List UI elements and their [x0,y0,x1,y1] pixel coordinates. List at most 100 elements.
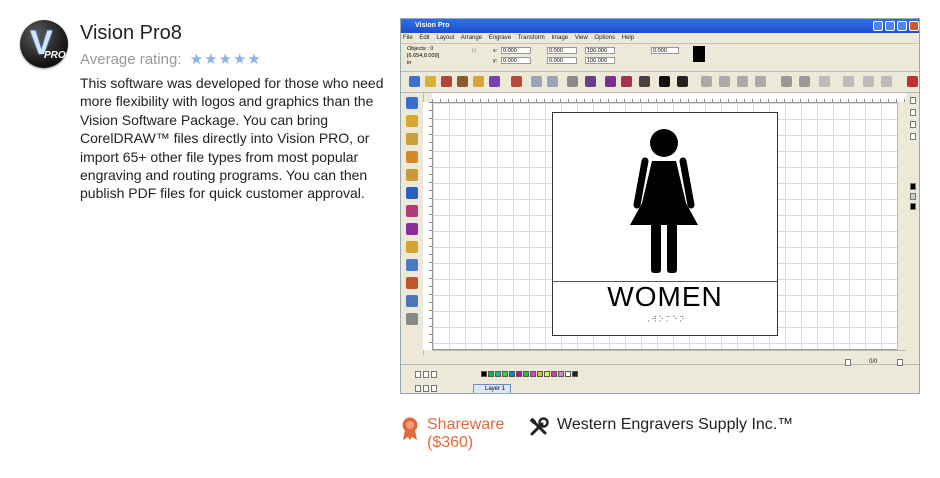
kern-icon [881,76,892,87]
horizontal-scrollbar[interactable] [432,350,906,359]
ellipse-icon [819,76,830,87]
height-pct-field: 100.000 [585,57,615,64]
price: ($360) [427,434,474,451]
pen-icon [406,133,418,145]
next-layer-icon [431,385,437,392]
paint-icon [406,223,418,235]
cut-icon [511,76,522,87]
restore-icon [897,21,907,31]
app-title: Vision Pro8 [80,22,182,44]
tools-icon [529,417,549,436]
menu-transform: Transform [517,35,545,41]
minimize-icon [873,21,883,31]
prev-color-icon [423,371,429,378]
hand-icon [406,313,418,325]
maximize-icon [885,21,895,31]
menu-engrave: Engrave [488,35,512,41]
rectangle-icon [621,76,632,87]
swatch-black [481,371,487,377]
objects-count: Objects : 0 [407,46,434,52]
tool-icon [567,76,578,87]
bezier-icon [677,76,688,87]
panel-scroll-icon [910,133,916,140]
next-color-icon [431,371,437,378]
swatch-green [488,371,494,377]
cursor-coords: [6.654,8.009] [407,53,440,59]
engrave-icon [489,76,500,87]
eraser-icon [406,259,418,271]
height-field: 0.000 [547,57,577,64]
select-icon [406,97,418,109]
new-icon [409,76,420,87]
sign-plate: WOMEN ⠠⠺⠕⠍⠑⠝ [552,112,778,336]
app-logo: V PRO [20,20,68,68]
main-toolbar [401,72,919,93]
print-icon [473,76,484,87]
close-icon [909,21,919,31]
left-toolbox [401,93,424,355]
panel-close-icon [910,97,916,104]
fill-tool-icon [406,205,418,217]
menu-arrange: Arrange [460,35,483,41]
shape-icon [406,187,418,199]
swatch-teal [495,371,501,377]
open-icon [425,76,436,87]
anchor-grid-icon: ⁙ [471,48,477,55]
first-color-icon [415,371,421,378]
woman-figure-icon [630,129,698,273]
x-field: 0.000 [501,47,531,54]
vendor-name: Western Engravers Supply Inc.™ [557,416,794,433]
swatch-pink [530,371,536,377]
import-icon [457,76,468,87]
layer-icon [585,76,596,87]
swatch-purple [551,371,557,377]
image-icon [605,76,616,87]
menu-image: Image [551,35,569,41]
swatch-yellow2 [544,371,550,377]
text-fit-icon [863,76,874,87]
app-screenshot: Vision Pro File Edit Layout Arrange Engr… [400,18,920,394]
group-icon [755,76,766,87]
pencil-icon [406,241,418,253]
units-label: in [407,60,412,66]
swatch-lilac [558,371,564,377]
swatch-magenta [516,371,522,377]
average-rating: Average rating: ★★★★★ [80,50,262,68]
swatch-white [565,371,571,377]
knife-icon [406,277,418,289]
panel-scroll-icon [910,109,916,116]
app-description: This software was developed for those wh… [80,75,384,202]
drawing-canvas[interactable]: WOMEN ⠠⠺⠕⠍⠑⠝ [432,102,906,350]
shareware-badge-icon [402,417,418,440]
width-field: 0.000 [547,47,577,54]
measure-icon [406,295,418,307]
page-next-icon [897,359,903,366]
align-icon [701,76,712,87]
window-title: Vision Pro [415,22,450,29]
tools-cross-icon [907,76,918,87]
weld-icon [737,76,748,87]
node-icon [659,76,670,87]
license-type: Shareware [427,416,505,433]
y-field: 0.000 [501,57,531,64]
text-icon [639,76,650,87]
redo-icon [547,76,558,87]
window-titlebar: Vision Pro [401,19,919,33]
rotation-field: 0.000 [651,47,679,54]
layer-tab: Layer 1 [473,384,512,393]
first-layer-icon [415,385,421,392]
page-counter: 0/0 [869,359,878,365]
zoom-icon [406,169,418,181]
menu-edit: Edit [419,35,430,41]
swatch-blue [509,371,515,377]
swatch-green2 [523,371,529,377]
page-prev-icon [845,359,851,366]
braille-text: ⠠⠺⠕⠍⠑⠝ [644,315,686,324]
property-bar: Objects : 0 [6.654,8.009] in ⁙ x: 0.000 … [401,43,919,72]
menu-options: Options [594,35,616,41]
star-rating-icon: ★★★★★ [189,51,262,68]
fill-swatch-icon [693,46,705,62]
save-icon [441,76,452,87]
swatch-yellow [537,371,543,377]
distribute-icon [719,76,730,87]
